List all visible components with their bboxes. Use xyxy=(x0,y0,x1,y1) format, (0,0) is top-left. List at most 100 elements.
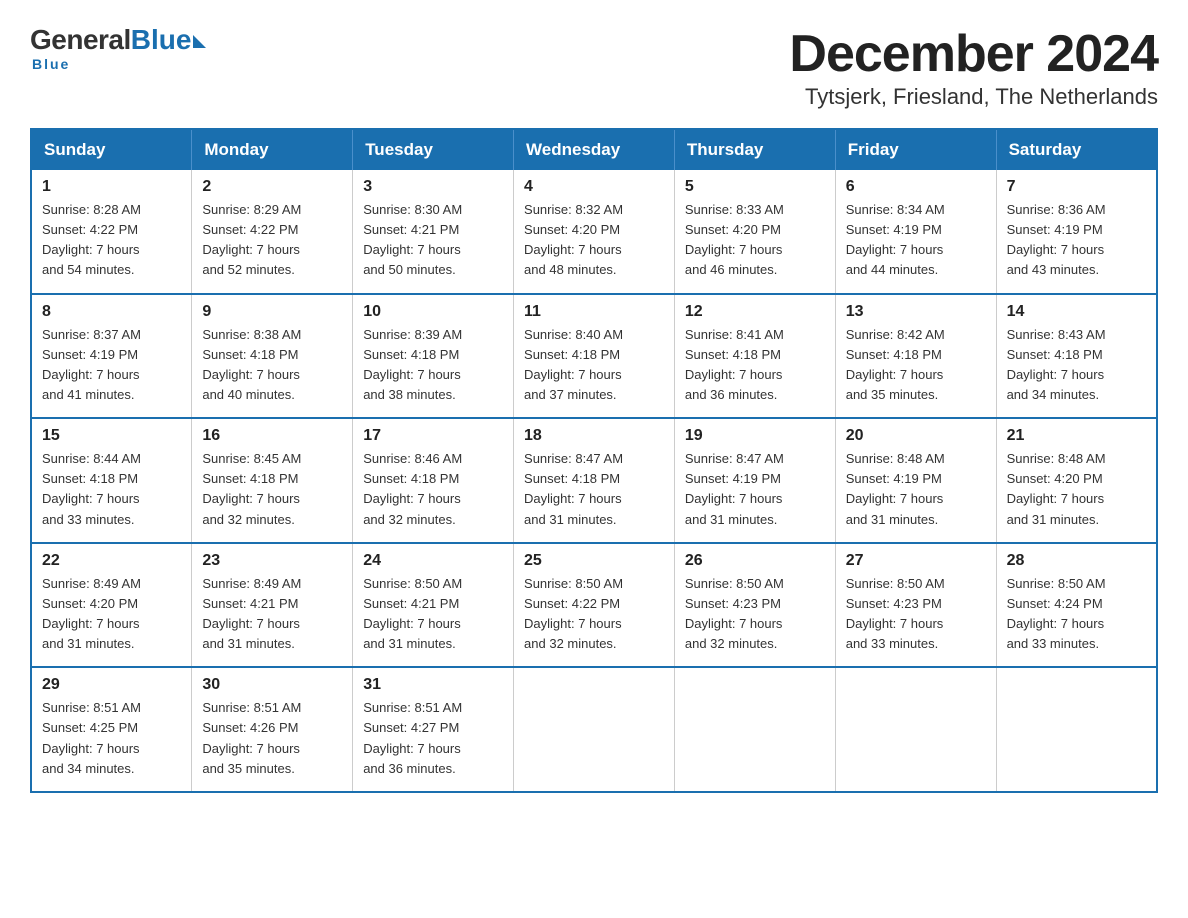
day-info: Sunrise: 8:51 AM Sunset: 4:25 PM Dayligh… xyxy=(42,698,181,779)
day-number: 21 xyxy=(1007,427,1146,445)
day-info: Sunrise: 8:43 AM Sunset: 4:18 PM Dayligh… xyxy=(1007,325,1146,406)
calendar-cell: 25 Sunrise: 8:50 AM Sunset: 4:22 PM Dayli… xyxy=(514,543,675,668)
day-info: Sunrise: 8:51 AM Sunset: 4:26 PM Dayligh… xyxy=(202,698,342,779)
day-number: 31 xyxy=(363,676,503,694)
day-info: Sunrise: 8:28 AM Sunset: 4:22 PM Dayligh… xyxy=(42,200,181,281)
calendar-cell: 26Sunrise: 8:50 AM Sunset: 4:23 PM Dayli… xyxy=(674,543,835,668)
day-info: Sunrise: 8:41 AM Sunset: 4:18 PM Dayligh… xyxy=(685,325,825,406)
day-info: Sunrise: 8:38 AM Sunset: 4:18 PM Dayligh… xyxy=(202,325,342,406)
calendar-cell: 15Sunrise: 8:44 AM Sunset: 4:18 PM Dayli… xyxy=(31,418,192,543)
day-number: 9 xyxy=(202,303,342,321)
day-info: Sunrise: 8:40 AM Sunset: 4:18 PM Dayligh… xyxy=(524,325,664,406)
logo: General Blue Blue xyxy=(30,24,206,74)
calendar-week-row: 22 Sunrise: 8:49 AM Sunset: 4:20 PM Dayli… xyxy=(31,543,1157,668)
calendar-cell: 27 Sunrise: 8:50 AM Sunset: 4:23 PM Dayli… xyxy=(835,543,996,668)
calendar-cell: 19 Sunrise: 8:47 AM Sunset: 4:19 PM Dayli… xyxy=(674,418,835,543)
calendar-cell xyxy=(674,667,835,792)
day-number: 20 xyxy=(846,427,986,445)
logo-underline-text: Blue xyxy=(32,56,70,72)
header-saturday: Saturday xyxy=(996,129,1157,170)
logo-general-text: General xyxy=(30,24,131,56)
header-sunday: Sunday xyxy=(31,129,192,170)
day-number: 8 xyxy=(42,303,181,321)
calendar-cell: 1 Sunrise: 8:28 AM Sunset: 4:22 PM Daylig… xyxy=(31,170,192,294)
day-number: 14 xyxy=(1007,303,1146,321)
calendar-cell: 28Sunrise: 8:50 AM Sunset: 4:24 PM Dayli… xyxy=(996,543,1157,668)
day-info: Sunrise: 8:34 AM Sunset: 4:19 PM Dayligh… xyxy=(846,200,986,281)
day-info: Sunrise: 8:32 AM Sunset: 4:20 PM Dayligh… xyxy=(524,200,664,281)
header-tuesday: Tuesday xyxy=(353,129,514,170)
day-number: 1 xyxy=(42,178,181,196)
day-info: Sunrise: 8:37 AM Sunset: 4:19 PM Dayligh… xyxy=(42,325,181,406)
calendar-cell xyxy=(996,667,1157,792)
calendar-week-row: 1 Sunrise: 8:28 AM Sunset: 4:22 PM Daylig… xyxy=(31,170,1157,294)
calendar-cell: 8 Sunrise: 8:37 AM Sunset: 4:19 PM Daylig… xyxy=(31,294,192,419)
day-info: Sunrise: 8:45 AM Sunset: 4:18 PM Dayligh… xyxy=(202,449,342,530)
day-info: Sunrise: 8:42 AM Sunset: 4:18 PM Dayligh… xyxy=(846,325,986,406)
day-number: 30 xyxy=(202,676,342,694)
calendar-cell: 4 Sunrise: 8:32 AM Sunset: 4:20 PM Daylig… xyxy=(514,170,675,294)
day-info: Sunrise: 8:50 AM Sunset: 4:24 PM Dayligh… xyxy=(1007,574,1146,655)
day-info: Sunrise: 8:48 AM Sunset: 4:20 PM Dayligh… xyxy=(1007,449,1146,530)
calendar-cell: 30 Sunrise: 8:51 AM Sunset: 4:26 PM Dayli… xyxy=(192,667,353,792)
calendar-cell: 31 Sunrise: 8:51 AM Sunset: 4:27 PM Dayli… xyxy=(353,667,514,792)
day-number: 13 xyxy=(846,303,986,321)
day-info: Sunrise: 8:50 AM Sunset: 4:22 PM Dayligh… xyxy=(524,574,664,655)
day-info: Sunrise: 8:50 AM Sunset: 4:23 PM Dayligh… xyxy=(846,574,986,655)
title-area: December 2024 Tytsjerk, Friesland, The N… xyxy=(789,24,1158,110)
day-number: 3 xyxy=(363,178,503,196)
day-number: 15 xyxy=(42,427,181,445)
calendar-cell: 18Sunrise: 8:47 AM Sunset: 4:18 PM Dayli… xyxy=(514,418,675,543)
day-number: 22 xyxy=(42,552,181,570)
day-info: Sunrise: 8:36 AM Sunset: 4:19 PM Dayligh… xyxy=(1007,200,1146,281)
calendar-week-row: 29 Sunrise: 8:51 AM Sunset: 4:25 PM Dayli… xyxy=(31,667,1157,792)
calendar-cell: 7 Sunrise: 8:36 AM Sunset: 4:19 PM Daylig… xyxy=(996,170,1157,294)
calendar-cell: 11 Sunrise: 8:40 AM Sunset: 4:18 PM Dayli… xyxy=(514,294,675,419)
calendar-cell: 3Sunrise: 8:30 AM Sunset: 4:21 PM Daylig… xyxy=(353,170,514,294)
calendar-cell: 5 Sunrise: 8:33 AM Sunset: 4:20 PM Daylig… xyxy=(674,170,835,294)
calendar-cell: 24 Sunrise: 8:50 AM Sunset: 4:21 PM Dayli… xyxy=(353,543,514,668)
calendar-cell xyxy=(835,667,996,792)
calendar-cell: 23 Sunrise: 8:49 AM Sunset: 4:21 PM Dayli… xyxy=(192,543,353,668)
day-info: Sunrise: 8:49 AM Sunset: 4:21 PM Dayligh… xyxy=(202,574,342,655)
day-info: Sunrise: 8:33 AM Sunset: 4:20 PM Dayligh… xyxy=(685,200,825,281)
calendar-cell: 14 Sunrise: 8:43 AM Sunset: 4:18 PM Dayli… xyxy=(996,294,1157,419)
day-number: 16 xyxy=(202,427,342,445)
calendar-cell: 16 Sunrise: 8:45 AM Sunset: 4:18 PM Dayli… xyxy=(192,418,353,543)
header-monday: Monday xyxy=(192,129,353,170)
logo-blue-part: Blue xyxy=(131,24,207,56)
day-number: 4 xyxy=(524,178,664,196)
location-title: Tytsjerk, Friesland, The Netherlands xyxy=(789,84,1158,110)
day-info: Sunrise: 8:51 AM Sunset: 4:27 PM Dayligh… xyxy=(363,698,503,779)
day-number: 26 xyxy=(685,552,825,570)
calendar-cell: 29 Sunrise: 8:51 AM Sunset: 4:25 PM Dayli… xyxy=(31,667,192,792)
day-number: 2 xyxy=(202,178,342,196)
day-number: 29 xyxy=(42,676,181,694)
calendar-cell: 9 Sunrise: 8:38 AM Sunset: 4:18 PM Daylig… xyxy=(192,294,353,419)
day-number: 23 xyxy=(202,552,342,570)
day-info: Sunrise: 8:49 AM Sunset: 4:20 PM Dayligh… xyxy=(42,574,181,655)
day-info: Sunrise: 8:48 AM Sunset: 4:19 PM Dayligh… xyxy=(846,449,986,530)
calendar-table: SundayMondayTuesdayWednesdayThursdayFrid… xyxy=(30,128,1158,793)
day-number: 27 xyxy=(846,552,986,570)
calendar-cell: 21 Sunrise: 8:48 AM Sunset: 4:20 PM Dayli… xyxy=(996,418,1157,543)
calendar-cell: 20 Sunrise: 8:48 AM Sunset: 4:19 PM Dayli… xyxy=(835,418,996,543)
day-number: 19 xyxy=(685,427,825,445)
day-number: 7 xyxy=(1007,178,1146,196)
logo-blue-text: Blue xyxy=(131,24,192,56)
day-info: Sunrise: 8:50 AM Sunset: 4:21 PM Dayligh… xyxy=(363,574,503,655)
calendar-cell: 6Sunrise: 8:34 AM Sunset: 4:19 PM Daylig… xyxy=(835,170,996,294)
day-number: 25 xyxy=(524,552,664,570)
calendar-cell: 2Sunrise: 8:29 AM Sunset: 4:22 PM Daylig… xyxy=(192,170,353,294)
day-number: 11 xyxy=(524,303,664,321)
day-number: 5 xyxy=(685,178,825,196)
logo-triangle-icon xyxy=(193,35,206,48)
month-title: December 2024 xyxy=(789,24,1158,84)
calendar-cell: 22 Sunrise: 8:49 AM Sunset: 4:20 PM Dayli… xyxy=(31,543,192,668)
day-number: 12 xyxy=(685,303,825,321)
day-number: 17 xyxy=(363,427,503,445)
header-friday: Friday xyxy=(835,129,996,170)
calendar-week-row: 15Sunrise: 8:44 AM Sunset: 4:18 PM Dayli… xyxy=(31,418,1157,543)
day-info: Sunrise: 8:47 AM Sunset: 4:19 PM Dayligh… xyxy=(685,449,825,530)
day-number: 24 xyxy=(363,552,503,570)
